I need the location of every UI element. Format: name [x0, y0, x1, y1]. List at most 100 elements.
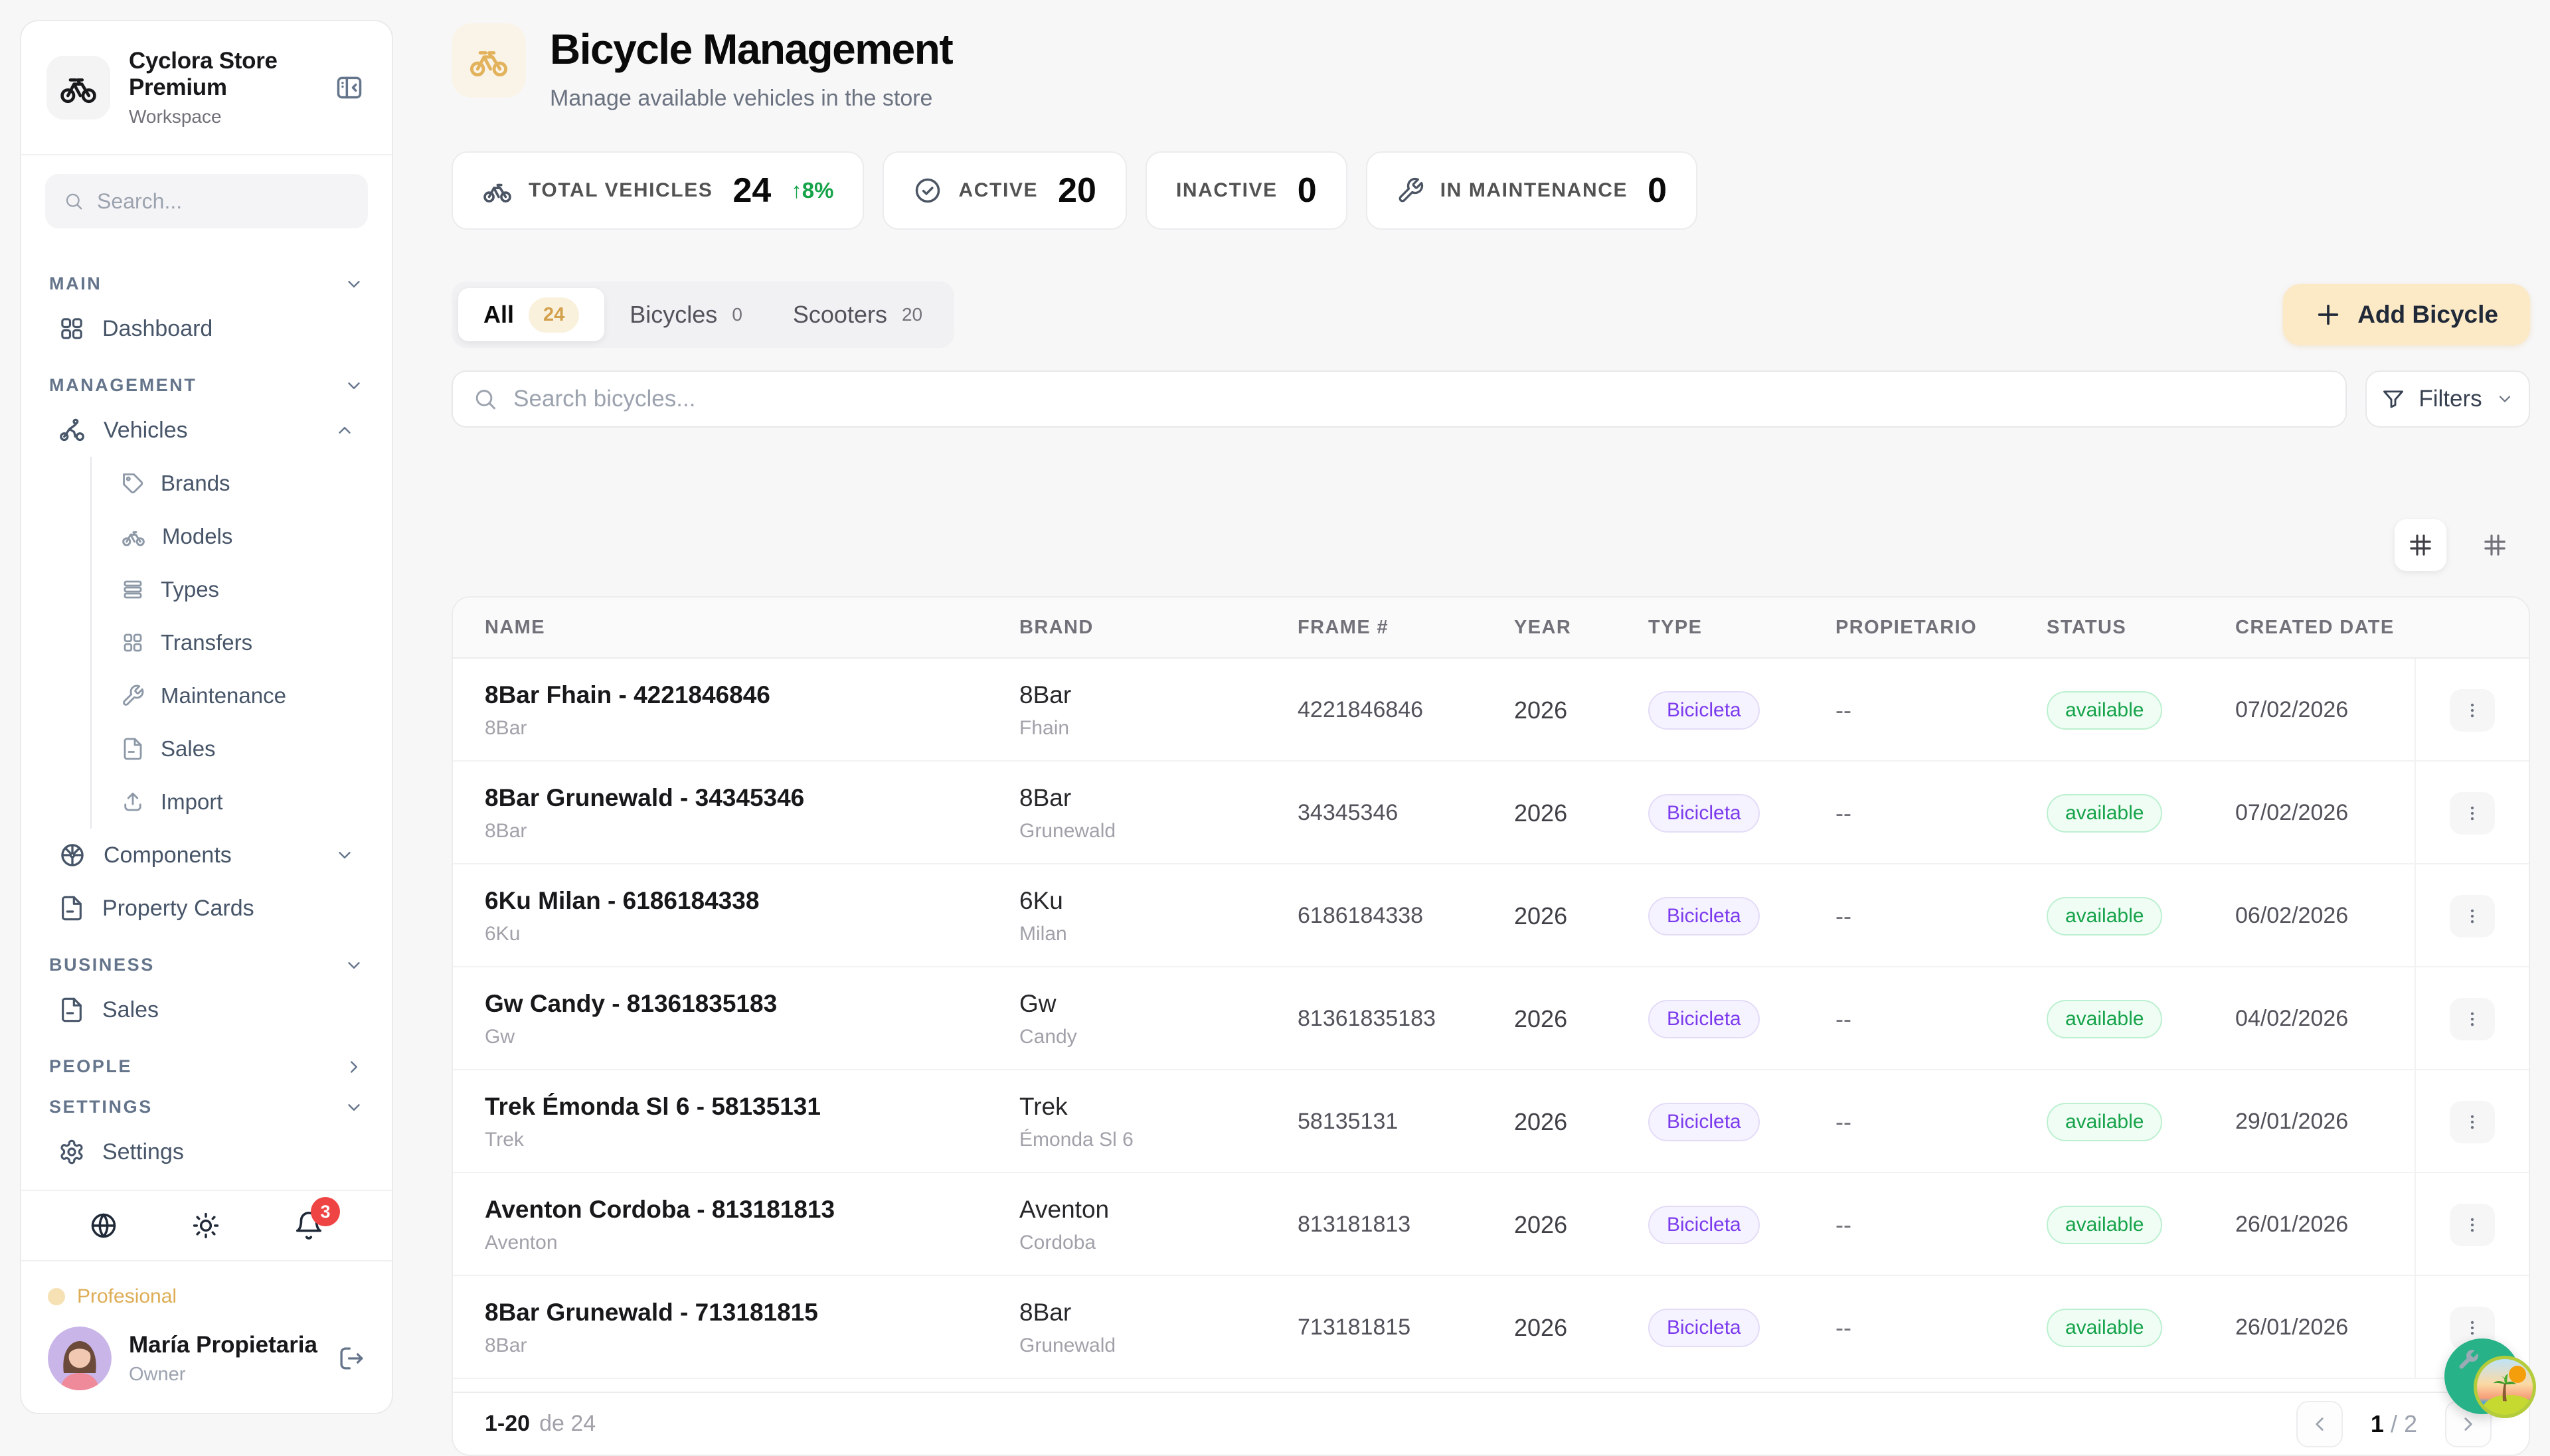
stat-active: ACTIVE 20: [883, 151, 1126, 230]
vehicle-brand: 8Bar: [1019, 784, 1266, 812]
row-actions-button[interactable]: [2450, 1204, 2495, 1246]
sidebar-item-business-sales[interactable]: Sales: [46, 983, 367, 1036]
sidebar-search[interactable]: [45, 174, 368, 228]
vehicle-brand: Aventon: [1019, 1196, 1266, 1224]
bicycle-search[interactable]: [452, 370, 2347, 428]
dense-view-toggle[interactable]: [2469, 519, 2521, 571]
chevron-down-icon: [335, 845, 355, 865]
notifications-button[interactable]: 3: [294, 1210, 324, 1241]
sun-icon: [191, 1211, 220, 1240]
support-fab[interactable]: [2444, 1338, 2520, 1414]
table-header: NAME BRAND FRAME # YEAR TYPE PROPIETARIO…: [453, 598, 2529, 659]
sidebar-footer-icons: 3: [21, 1190, 392, 1260]
row-actions-button[interactable]: [2450, 1101, 2495, 1143]
sidebar-item-import[interactable]: Import: [121, 775, 367, 829]
row-actions-button[interactable]: [2450, 792, 2495, 835]
sidebar-item-vehicles[interactable]: Vehicles: [46, 404, 367, 457]
created-date: 26/01/2026: [2235, 1212, 2348, 1237]
vehicle-frame: 34345346: [1298, 800, 1398, 825]
pagination-range: 1-20: [485, 1411, 530, 1437]
theme-button[interactable]: [191, 1211, 220, 1240]
tab-bicycles[interactable]: Bicycles 0: [604, 288, 768, 341]
table-row[interactable]: 8Bar Grunewald - 713181815 8Bar8Bar Grun…: [453, 1276, 2529, 1379]
grid-view-toggle[interactable]: [2395, 519, 2446, 571]
plus-icon: [2315, 301, 2341, 328]
vehicle-name: 8Bar Grunewald - 713181815: [485, 1299, 987, 1327]
nav-section-people[interactable]: PEOPLE: [49, 1056, 364, 1077]
user-row[interactable]: María Propietaria Owner: [48, 1327, 365, 1390]
vehicle-year: 2026: [1514, 1108, 1567, 1135]
sidebar-item-models[interactable]: Models: [121, 510, 367, 563]
stat-value: 0: [1298, 171, 1317, 210]
tab-scooters[interactable]: Scooters 20: [768, 288, 948, 341]
table-footer: 1-20 de 24 1 / 2: [453, 1392, 2529, 1455]
sidebar-item-types[interactable]: Types: [121, 563, 367, 616]
vehicle-model: Cordoba: [1019, 1232, 1266, 1254]
nav-section-main[interactable]: MAIN: [49, 274, 364, 294]
bicycle-search-input[interactable]: [513, 386, 2326, 412]
vehicle-year: 2026: [1514, 1314, 1567, 1341]
row-actions-button[interactable]: [2450, 998, 2495, 1040]
language-button[interactable]: [89, 1211, 118, 1240]
page-indicator: 1 / 2: [2360, 1410, 2428, 1438]
chevron-down-icon: [344, 376, 364, 396]
vehicle-owner: --: [1835, 902, 1851, 930]
table-row[interactable]: 6Ku Milan - 6186184338 6Ku6Ku Milan61861…: [453, 864, 2529, 967]
column-header: CREATED DATE: [2203, 617, 2415, 639]
main-content: Bicycle Management Manage available vehi…: [452, 0, 2530, 1434]
chevron-down-icon: [344, 1097, 364, 1117]
row-actions-button[interactable]: [2450, 689, 2495, 732]
sidebar-item-brands[interactable]: Brands: [121, 457, 367, 510]
sidebar-item-transfers[interactable]: Transfers: [121, 616, 367, 669]
workspace-type: Workspace: [129, 106, 313, 127]
nav-section-management[interactable]: MANAGEMENT: [49, 375, 364, 396]
table-row[interactable]: Gw Candy - 81361835183 GwGw Candy8136183…: [453, 967, 2529, 1070]
sidebar-item-settings[interactable]: Settings: [46, 1125, 367, 1178]
nav-section-business[interactable]: BUSINESS: [49, 955, 364, 975]
bicycle-rider-icon: [58, 416, 86, 444]
tabs-row: All 24 Bicycles 0 Scooters 20 Add Bicycl…: [452, 282, 2530, 348]
nav-section-settings[interactable]: SETTINGS: [49, 1097, 364, 1117]
vehicle-model: Grunewald: [1019, 820, 1266, 843]
sidebar-item-components[interactable]: Components: [46, 829, 367, 882]
vehicle-brand: Gw: [1019, 990, 1266, 1018]
logout-button[interactable]: [337, 1344, 365, 1372]
workspace-header[interactable]: Cyclora Store Premium Workspace: [21, 21, 392, 155]
grid-icon: [121, 631, 145, 655]
vehicle-name-sub: 8Bar: [485, 820, 987, 843]
table-row[interactable]: Trek Émonda Sl 6 - 58135131 TrekTrek Émo…: [453, 1070, 2529, 1173]
vehicle-model: Milan: [1019, 923, 1266, 945]
add-bicycle-button[interactable]: Add Bicycle: [2283, 284, 2530, 345]
sidebar-item-property-cards[interactable]: Property Cards: [46, 882, 367, 935]
filters-button[interactable]: Filters: [2365, 370, 2530, 428]
sidebar-search-input[interactable]: [97, 189, 349, 214]
sidebar-item-maintenance[interactable]: Maintenance: [121, 669, 367, 722]
vehicle-name-sub: 8Bar: [485, 717, 987, 740]
sidebar-collapse-button[interactable]: [332, 70, 367, 105]
type-badge: Bicicleta: [1648, 1103, 1760, 1141]
table-row[interactable]: 8Bar Fhain - 4221846846 8Bar8Bar Fhain42…: [453, 659, 2529, 762]
document-icon: [58, 895, 85, 922]
sidebar-item-dashboard[interactable]: Dashboard: [46, 302, 367, 355]
stats-row: TOTAL VEHICLES 24 ↑8% ACTIVE 20 INACTIVE…: [452, 151, 2530, 230]
vehicle-frame: 58135131: [1298, 1109, 1398, 1134]
sidebar-item-sales[interactable]: Sales: [121, 722, 367, 775]
chevron-up-icon: [335, 420, 355, 440]
plan-label: Profesional: [77, 1285, 177, 1308]
vehicle-owner: --: [1835, 1005, 1851, 1032]
tab-all[interactable]: All 24: [458, 288, 604, 341]
stat-value: 20: [1058, 171, 1096, 210]
status-badge: available: [2047, 1206, 2162, 1244]
bicycle-icon: [121, 524, 146, 549]
search-icon: [473, 386, 497, 412]
table-row[interactable]: Aventon Cordoba - 813181813 AventonAvent…: [453, 1173, 2529, 1276]
table-row[interactable]: 8Bar Grunewald - 34345346 8Bar8Bar Grune…: [453, 762, 2529, 864]
row-actions-button[interactable]: [2450, 895, 2495, 937]
prev-page-button[interactable]: [2296, 1401, 2343, 1447]
user-role: Owner: [129, 1364, 320, 1386]
stat-label: IN MAINTENANCE: [1440, 179, 1628, 202]
vehicle-owner: --: [1835, 799, 1851, 827]
upload-icon: [121, 790, 145, 814]
pagination-of: de 24: [539, 1411, 596, 1437]
dots-vertical-icon: [2462, 700, 2482, 720]
